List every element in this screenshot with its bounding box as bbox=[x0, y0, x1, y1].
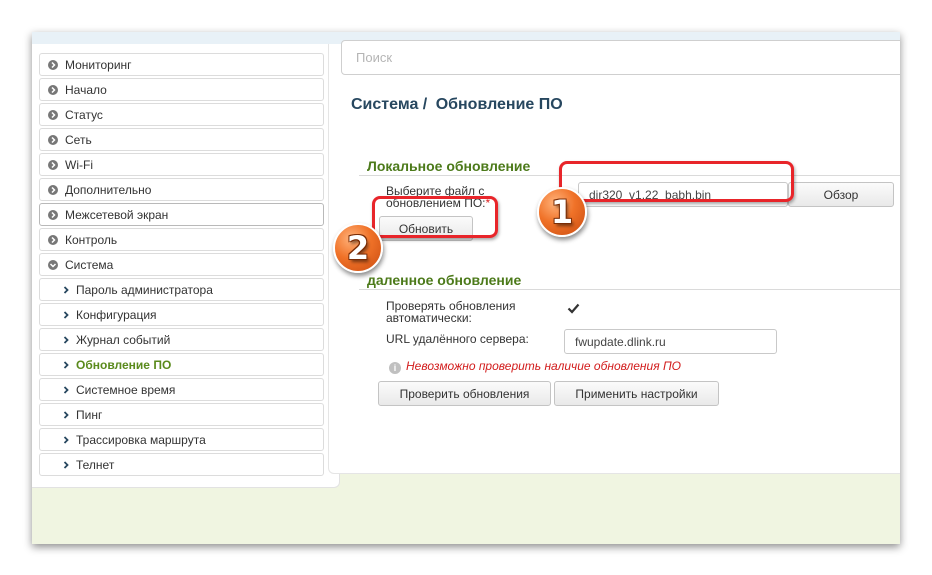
sidebar-subitem-ping[interactable]: Пинг bbox=[39, 403, 324, 426]
sidebar-subitem-label: Пароль администратора bbox=[76, 282, 213, 297]
chevron-right-circle-icon bbox=[45, 107, 61, 123]
chevron-right-icon bbox=[60, 457, 72, 473]
breadcrumb-parent: Система / bbox=[351, 96, 428, 113]
update-warning: Невозможно проверить наличие обновления … bbox=[406, 359, 681, 373]
sidebar-item-label: Начало bbox=[65, 82, 107, 97]
section-divider bbox=[359, 289, 900, 290]
chevron-right-icon bbox=[60, 332, 72, 348]
sidebar-subitem-label: Конфигурация bbox=[76, 307, 157, 322]
sidebar-item-home[interactable]: Начало bbox=[39, 78, 324, 101]
chevron-right-icon bbox=[60, 357, 72, 373]
sidebar-subitem-configuration[interactable]: Конфигурация bbox=[39, 303, 324, 326]
step-badge-1: 1 bbox=[537, 187, 587, 237]
local-update-title: Локальное обновление bbox=[367, 158, 531, 174]
sidebar-item-label: Wi-Fi bbox=[65, 157, 93, 172]
sidebar-item-label: Дополнительно bbox=[65, 182, 152, 197]
server-url-label: URL удалённого сервера: bbox=[386, 332, 529, 346]
chevron-right-icon bbox=[60, 282, 72, 298]
sidebar-subitem-admin-password[interactable]: Пароль администратора bbox=[39, 278, 324, 301]
sidebar-item-label: Межсетевой экран bbox=[65, 207, 169, 222]
info-icon: i bbox=[389, 362, 401, 374]
chevron-right-circle-icon bbox=[45, 157, 61, 173]
sidebar-subitem-label: Пинг bbox=[76, 407, 103, 422]
chevron-right-icon bbox=[60, 307, 72, 323]
check-updates-button[interactable]: Проверить обновления bbox=[378, 381, 551, 406]
sidebar-subitem-label: Телнет bbox=[76, 457, 115, 472]
step-badge-2: 2 bbox=[333, 223, 383, 273]
chevron-right-circle-icon bbox=[45, 232, 61, 248]
auto-check-label: Проверять обновления автоматически: bbox=[386, 299, 516, 325]
chevron-right-circle-icon bbox=[45, 132, 61, 148]
sidebar-subitem-label: Системное время bbox=[76, 382, 176, 397]
browse-button[interactable]: Обзор bbox=[788, 182, 894, 207]
sidebar-subitem-label: Обновление ПО bbox=[76, 357, 172, 372]
remote-update-title: даленное обновление bbox=[367, 272, 522, 288]
sidebar-subitem-system-time[interactable]: Системное время bbox=[39, 378, 324, 401]
sidebar-subitem-traceroute[interactable]: Трассировка маршрута bbox=[39, 428, 324, 451]
search-input[interactable]: Поиск bbox=[341, 40, 900, 75]
chevron-right-icon bbox=[60, 382, 72, 398]
apply-settings-button[interactable]: Применить настройки bbox=[554, 381, 719, 406]
chevron-right-icon bbox=[60, 432, 72, 448]
sidebar-item-label: Мониторинг bbox=[65, 57, 132, 72]
sidebar-item-network[interactable]: Сеть bbox=[39, 128, 324, 151]
browser-frame: Мониторинг Начало Статус Сеть Wi-Fi Допо… bbox=[32, 32, 900, 544]
sidebar-subitem-telnet[interactable]: Телнет bbox=[39, 453, 324, 476]
sidebar-subitem-label: Трассировка маршрута bbox=[76, 432, 206, 447]
sidebar-item-label: Статус bbox=[65, 107, 103, 122]
chevron-right-circle-icon bbox=[45, 57, 61, 73]
page-title: Система / Обновление ПО bbox=[351, 96, 563, 114]
chevron-down-circle-icon bbox=[45, 257, 61, 273]
sidebar: Мониторинг Начало Статус Сеть Wi-Fi Допо… bbox=[32, 44, 340, 488]
sidebar-item-firewall[interactable]: Межсетевой экран bbox=[39, 203, 324, 226]
sidebar-subitem-label: Журнал событий bbox=[76, 332, 171, 347]
main-panel: Поиск Система / Обновление ПО Локальное … bbox=[328, 40, 900, 474]
auto-check-checkbox[interactable] bbox=[567, 302, 580, 315]
sidebar-item-label: Контроль bbox=[65, 232, 118, 247]
sidebar-item-label: Сеть bbox=[65, 132, 92, 147]
highlight-box-file bbox=[559, 161, 794, 202]
chevron-right-circle-icon bbox=[45, 182, 61, 198]
chevron-right-circle-icon bbox=[45, 207, 61, 223]
sidebar-item-wifi[interactable]: Wi-Fi bbox=[39, 153, 324, 176]
sidebar-item-advanced[interactable]: Дополнительно bbox=[39, 178, 324, 201]
sidebar-item-monitoring[interactable]: Мониторинг bbox=[39, 53, 324, 76]
sidebar-subitem-firmware-update[interactable]: Обновление ПО bbox=[39, 353, 324, 376]
server-url-input[interactable]: fwupdate.dlink.ru bbox=[564, 329, 777, 354]
chevron-right-circle-icon bbox=[45, 82, 61, 98]
sidebar-item-label: Система bbox=[65, 257, 114, 272]
sidebar-item-control[interactable]: Контроль bbox=[39, 228, 324, 251]
sidebar-item-system[interactable]: Система bbox=[39, 253, 324, 276]
sidebar-subitem-event-log[interactable]: Журнал событий bbox=[39, 328, 324, 351]
chevron-right-icon bbox=[60, 407, 72, 423]
sidebar-item-status[interactable]: Статус bbox=[39, 103, 324, 126]
breadcrumb-current: Обновление ПО bbox=[435, 96, 563, 113]
highlight-box-update bbox=[372, 196, 498, 238]
